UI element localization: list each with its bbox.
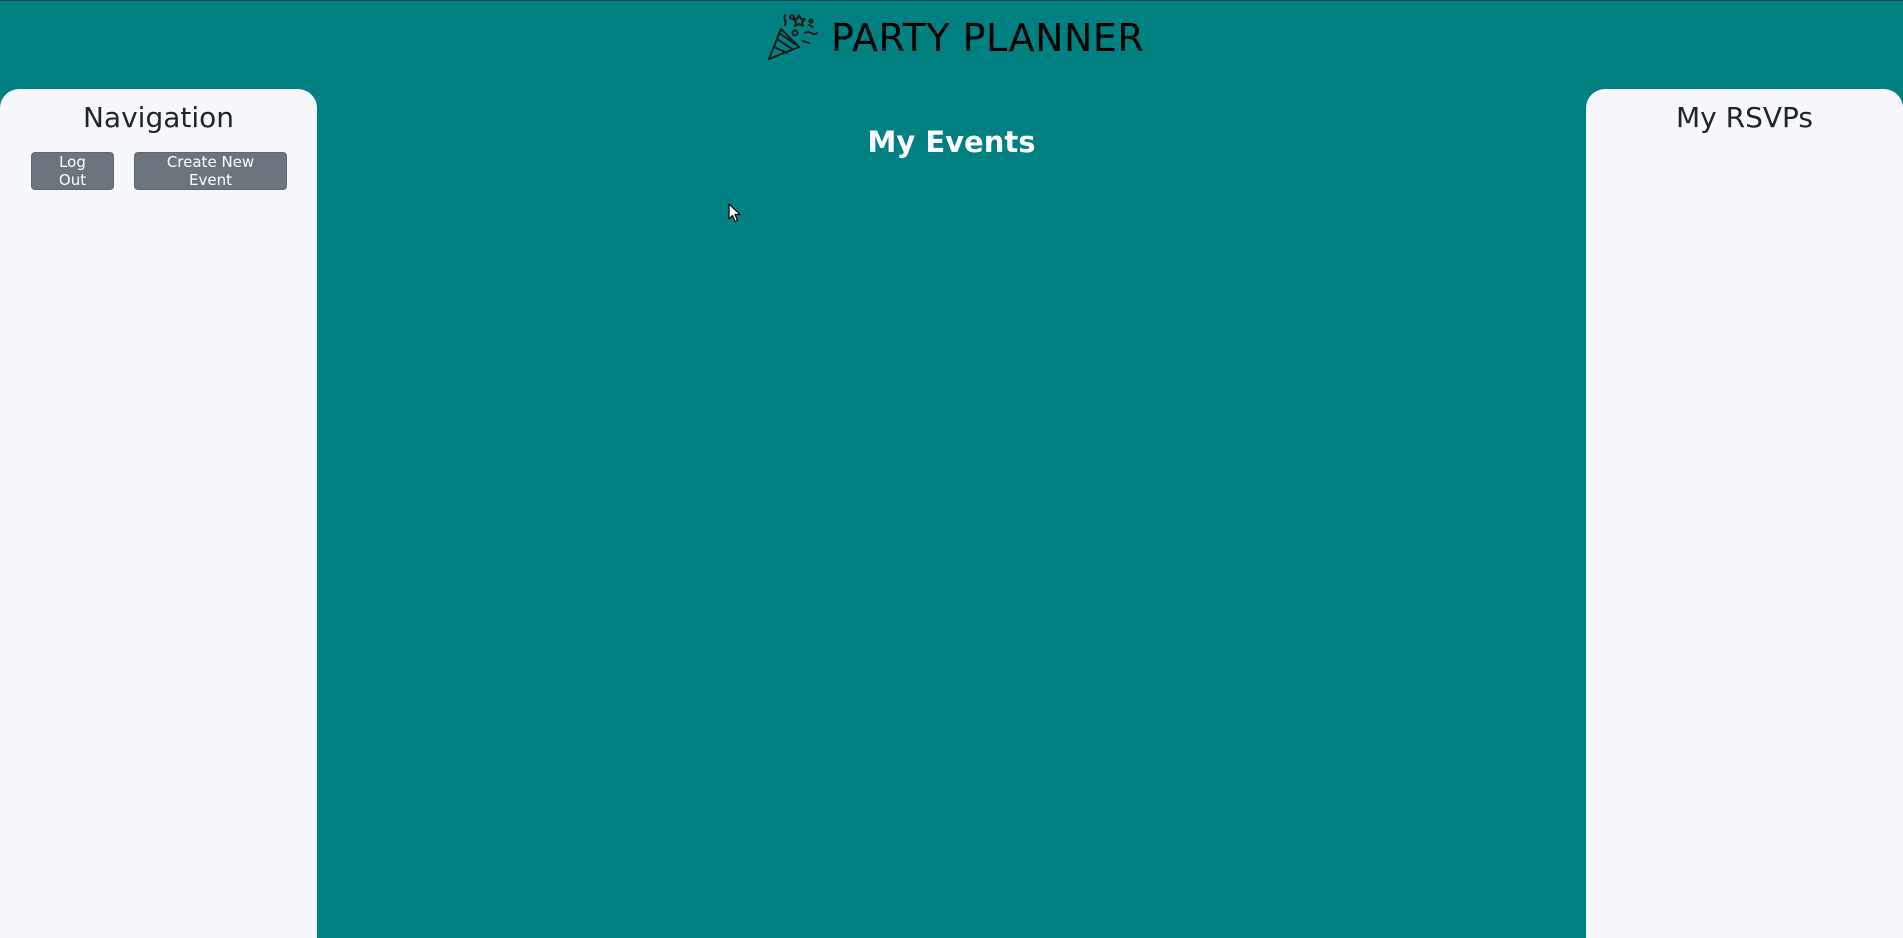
mouse-cursor-icon: [728, 203, 741, 223]
log-out-button[interactable]: Log Out: [31, 152, 114, 190]
my-rsvps-title: My RSVPs: [1676, 101, 1813, 134]
app-page: PARTY PLANNER Navigation Log Out Create …: [0, 0, 1903, 938]
my-events-title: My Events: [867, 125, 1036, 159]
navigation-buttons: Log Out Create New Event: [31, 152, 287, 190]
party-popper-icon: [768, 14, 818, 60]
create-new-event-button[interactable]: Create New Event: [134, 152, 287, 190]
events-main: My Events: [317, 89, 1586, 938]
navigation-panel: Navigation Log Out Create New Event: [0, 89, 317, 938]
navigation-title: Navigation: [82, 101, 235, 134]
brand: PARTY PLANNER: [765, 11, 1144, 63]
app-header: PARTY PLANNER: [0, 1, 1903, 79]
rsvps-panel: My RSVPs: [1586, 89, 1903, 938]
app-title: PARTY PLANNER: [831, 16, 1145, 60]
